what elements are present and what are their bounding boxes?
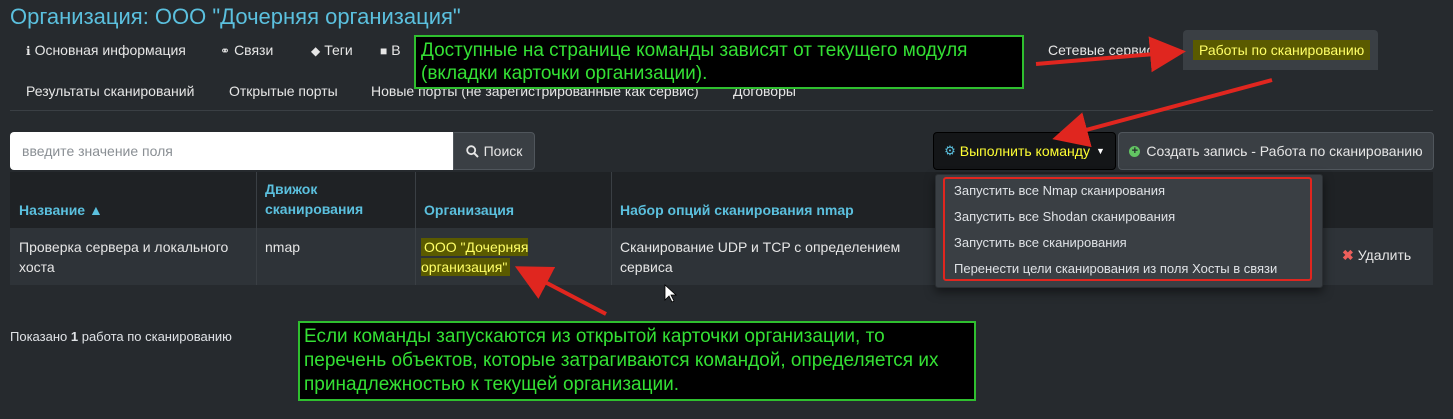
tab-label: Теги <box>324 42 353 58</box>
tab-label: Основная информация <box>34 42 186 58</box>
tab-label: Сетевые сервисы <box>1048 42 1164 58</box>
tab-scan-jobs[interactable]: Работы по сканированию <box>1183 30 1378 70</box>
delete-button[interactable]: ✖ Удалить <box>1342 247 1411 264</box>
page-title: Организация: ООО "Дочерняя организация" <box>10 4 461 29</box>
column-header-engine[interactable]: Движок сканирования <box>265 179 395 219</box>
partial-icon: ■ <box>380 44 388 58</box>
menu-item-run-all[interactable]: Запустить все сканирования <box>954 235 1127 250</box>
tags-icon: ◆ <box>311 44 321 58</box>
link-icon: ⚭ <box>220 44 231 58</box>
search-button-label: Поиск <box>483 143 523 159</box>
tab-label: Результаты сканирований <box>26 83 195 99</box>
column-divider <box>256 172 257 228</box>
menu-item-run-nmap[interactable]: Запустить все Nmap сканирования <box>954 183 1165 198</box>
gear-icon: ⚙ <box>944 143 956 158</box>
tab-tags[interactable]: ◆ Теги <box>311 42 353 58</box>
run-command-button[interactable]: ⚙ Выполнить команду ▼ <box>933 132 1116 170</box>
column-header-options[interactable]: Набор опций сканирования nmap <box>620 200 854 220</box>
cell-organization[interactable]: ООО "Дочерняя организация" <box>421 237 539 277</box>
close-icon: ✖ <box>1342 247 1354 263</box>
tab-scan-results[interactable]: Результаты сканирований <box>26 83 194 99</box>
search-input[interactable] <box>10 132 453 170</box>
create-button-label: Создать запись - Работа по сканированию <box>1146 143 1423 159</box>
annotation-callout-organization: Если команды запускаются из открытой кар… <box>298 321 976 401</box>
plus-circle-icon: + <box>1129 145 1141 157</box>
column-divider <box>415 228 416 285</box>
mouse-cursor-icon <box>664 284 678 303</box>
arrow-to-run-command <box>1052 78 1273 148</box>
tab-links[interactable]: ⚭ Связи <box>220 42 273 58</box>
tab-label: Связи <box>234 42 274 58</box>
tab-label: Открытые порты <box>229 83 338 99</box>
menu-item-run-shodan[interactable]: Запустить все Shodan сканирования <box>954 209 1175 224</box>
caret-down-icon: ▼ <box>1095 146 1105 156</box>
run-command-label: Выполнить команду <box>959 143 1090 159</box>
create-scan-job-button[interactable]: + Создать запись - Работа по сканировани… <box>1118 132 1434 170</box>
tab-label: В <box>391 42 401 58</box>
menu-item-move-targets[interactable]: Перенести цели сканирования из поля Хост… <box>954 261 1277 276</box>
tab-open-ports[interactable]: Открытые порты <box>229 83 338 99</box>
results-count: Показано 1 работа по сканированию <box>10 329 232 344</box>
column-header-organization[interactable]: Организация <box>424 200 514 220</box>
info-icon: ℹ <box>26 44 31 58</box>
count-value: 1 <box>70 329 79 344</box>
column-divider <box>611 228 612 285</box>
column-divider <box>611 172 612 228</box>
cell-name[interactable]: Проверка сервера и локального хоста <box>19 237 244 277</box>
tab-main-info[interactable]: ℹ Основная информация <box>26 42 186 58</box>
tab-network-services[interactable]: Сетевые сервисы <box>1048 42 1164 58</box>
tab-partial[interactable]: ■ В <box>380 42 401 58</box>
organization-link[interactable]: ООО "Дочерняя организация" <box>421 238 529 276</box>
cell-options: Сканирование UDP и TCP с определением се… <box>620 239 901 275</box>
tab-label: Работы по сканированию <box>1193 40 1371 60</box>
search-button[interactable]: Поиск <box>453 132 535 170</box>
annotation-callout-modules: Доступные на странице команды зависят от… <box>414 35 1024 89</box>
delete-label: Удалить <box>1357 247 1412 263</box>
search-icon <box>465 144 479 158</box>
column-divider <box>415 172 416 228</box>
column-divider <box>256 228 257 285</box>
count-prefix: Показано <box>10 329 68 344</box>
count-suffix: работа по сканированию <box>81 329 232 344</box>
cell-engine: nmap <box>265 239 301 255</box>
column-header-name[interactable]: Название ▲ <box>19 200 103 220</box>
tabs-divider <box>10 110 1433 111</box>
